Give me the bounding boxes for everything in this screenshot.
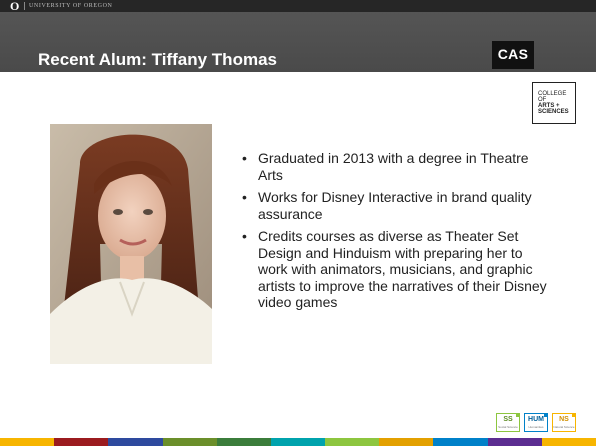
cas-card-line: SCIENCES xyxy=(538,109,569,115)
tag-label: NS xyxy=(559,416,569,423)
footer-color-segment xyxy=(54,438,109,446)
alum-facts-list: Graduated in 2013 with a degree in Theat… xyxy=(242,150,552,317)
uo-separator xyxy=(24,2,25,10)
footer-color-segment xyxy=(108,438,163,446)
uo-logo-mark: O xyxy=(10,0,20,13)
tag-sublabel: Social Science xyxy=(498,425,518,429)
list-item: Works for Disney Interactive in brand qu… xyxy=(242,189,552,222)
tag-label: SS xyxy=(503,416,513,423)
tag-sublabel: Natural Science xyxy=(553,425,575,429)
cas-logo: CAS xyxy=(492,41,534,69)
portrait-illustration xyxy=(50,124,212,364)
list-item: Graduated in 2013 with a degree in Theat… xyxy=(242,150,552,183)
cas-badge-text: CAS xyxy=(497,46,529,62)
footer-color-bar xyxy=(0,438,596,446)
footer-color-segment xyxy=(433,438,488,446)
slide-title: Recent Alum: Tiffany Thomas xyxy=(38,50,277,69)
footer-color-segment xyxy=(162,438,217,446)
footer-color-segment xyxy=(541,438,596,446)
university-bar: O UNIVERSITY OF OREGON xyxy=(0,0,596,12)
tag-sublabel: Humanities xyxy=(528,425,544,429)
footer-color-segment xyxy=(216,438,271,446)
alum-portrait-photo xyxy=(50,124,212,364)
tag-label: HUM xyxy=(528,416,544,423)
cas-college-card: COLLEGE OF ARTS + SCIENCES xyxy=(532,82,576,124)
hum-tag-icon: HUM Humanities xyxy=(524,413,548,432)
ns-tag-icon: NS Natural Science xyxy=(552,413,576,432)
footer-color-segment xyxy=(379,438,434,446)
footer-color-segment xyxy=(325,438,380,446)
footer-color-segment xyxy=(270,438,326,446)
list-item: Credits courses as diverse as Theater Se… xyxy=(242,228,552,311)
ss-tag-icon: SS Social Science xyxy=(496,413,520,432)
university-name: UNIVERSITY OF OREGON xyxy=(29,3,113,9)
footer-color-segment xyxy=(487,438,542,446)
footer-color-segment xyxy=(0,438,55,446)
